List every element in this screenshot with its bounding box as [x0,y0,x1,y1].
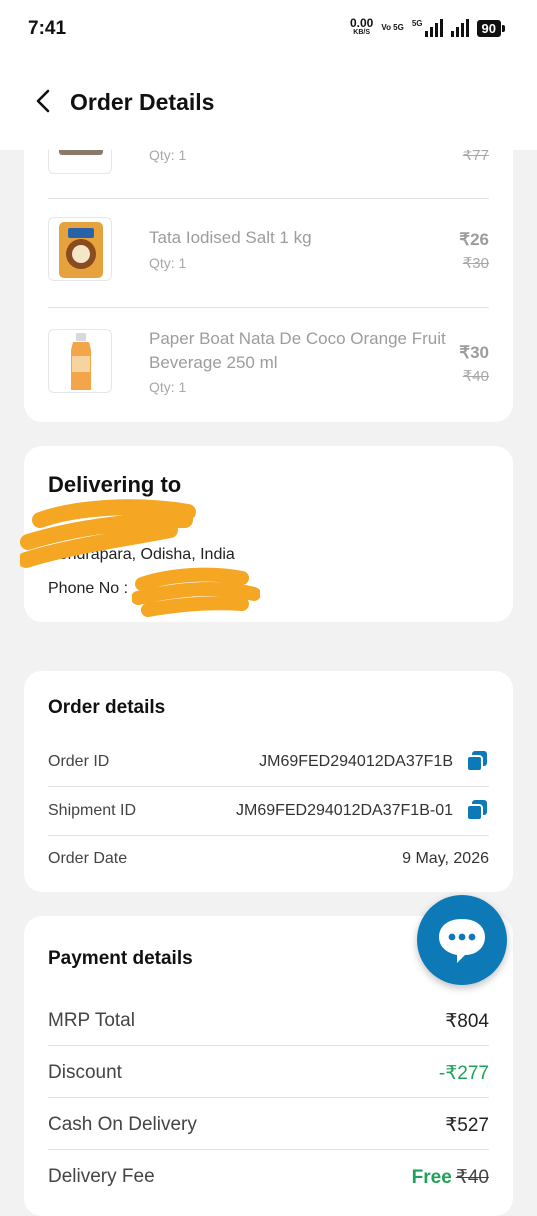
divider [48,1097,489,1098]
order-date-label: Order Date [48,850,128,867]
order-items-card: Qty: 1 ₹77 Tata Iodised Salt 1 kg Qty: 1… [24,108,513,422]
status-icons: 0.00 KB/S Vo 5G 5G 90 [350,17,506,38]
item-mrp: ₹40 [462,368,489,385]
item-price: ₹30 [459,343,489,362]
delivery-title: Delivering to [48,472,182,497]
app-header: Order Details [0,62,537,150]
order-id-label: Order ID [48,753,110,770]
status-bar: 7:41 0.00 KB/S Vo 5G 5G 90 [0,0,537,62]
product-image [48,217,112,281]
mrp-total-label: MRP Total [48,1010,135,1031]
divider [48,786,489,787]
signal-5g-icon: 5G [412,19,443,37]
chat-button[interactable] [417,895,507,985]
delivery-fee-original: ₹40 [455,1167,489,1188]
divider [48,198,489,199]
order-details-card: Order details Order ID JM69FED294012DA37… [24,671,513,892]
list-item[interactable]: Tata Iodised Salt 1 kg Qty: 1 ₹26 ₹30 [48,217,489,287]
chevron-left-icon[interactable] [30,87,58,115]
delivery-phone-label: Phone No : [48,580,129,597]
chat-bubble-icon [439,919,485,963]
product-image [48,329,112,393]
cod-value: ₹527 [445,1115,489,1136]
divider [48,835,489,836]
redaction-scribble [132,567,260,617]
copy-icon[interactable] [465,749,489,773]
status-time: 7:41 [28,18,67,39]
item-name: Tata Iodised Salt 1 kg [149,228,312,247]
discount-value: -₹277 [438,1063,489,1084]
divider [48,1045,489,1046]
page-title: Order Details [70,89,215,115]
battery-icon: 90 [476,19,506,37]
network-speed: 0.00 KB/S [350,17,373,38]
volte-icon: Vo 5G [381,23,404,32]
network-type: 5G [411,19,423,28]
item-qty: Qty: 1 [149,379,187,395]
list-item[interactable]: Paper Boat Nata De Coco Orange Fruit Bev… [48,327,489,407]
item-mrp: ₹30 [462,255,489,272]
cod-label: Cash On Delivery [48,1114,197,1135]
mrp-total-value: ₹804 [445,1011,489,1032]
item-name: Paper Boat Nata De Coco Orange Fruit Bev… [149,329,446,372]
delivery-address-card: Delivering to Kendrapara, Odisha, India … [20,446,513,622]
order-details-title: Order details [48,697,166,718]
divider [48,307,489,308]
order-date-value: 9 May, 2026 [402,850,489,867]
item-price: ₹26 [459,230,489,249]
payment-details-title: Payment details [48,948,193,969]
order-id-value: JM69FED294012DA37F1B [259,753,453,770]
network-speed-unit: KB/S [353,29,371,36]
delivery-fee-free: Free [411,1167,452,1188]
item-qty: Qty: 1 [149,255,187,271]
juice-bottle-image [71,333,91,390]
discount-label: Discount [48,1062,122,1083]
salt-pack-image [59,222,103,278]
delivery-fee-value: Free ₹40 [412,1166,489,1189]
shipment-id-value: JM69FED294012DA37F1B-01 [235,802,453,819]
shipment-id-label: Shipment ID [48,802,137,819]
delivery-fee-label: Delivery Fee [48,1166,155,1187]
copy-icon[interactable] [465,798,489,822]
signal-icon [450,19,469,37]
divider [48,1149,489,1150]
